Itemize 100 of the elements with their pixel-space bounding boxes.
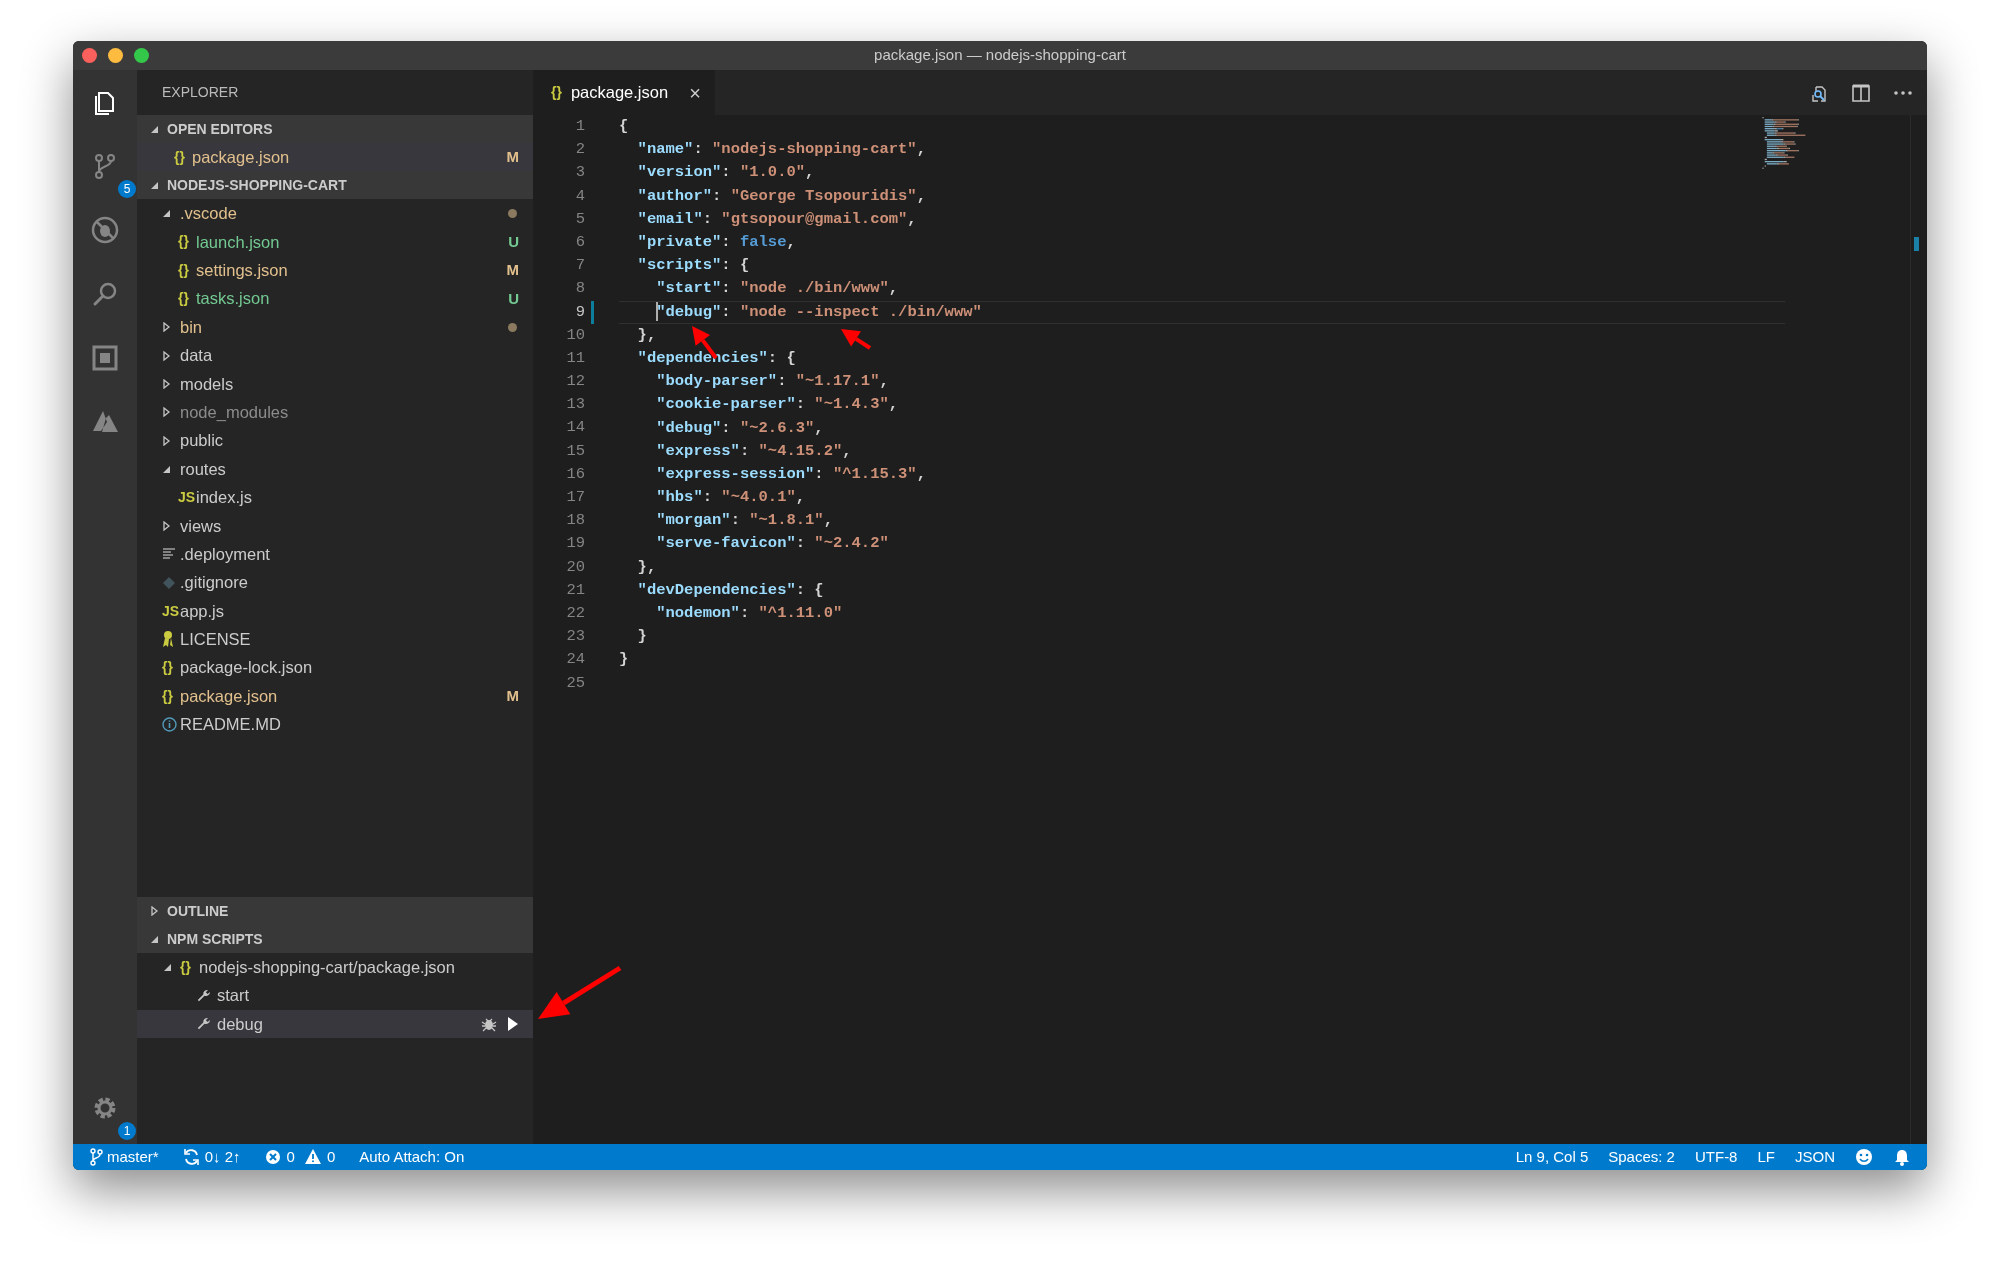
error-icon[interactable] xyxy=(264,1148,283,1166)
section-header[interactable]: OPEN EDITORS xyxy=(137,115,533,143)
notification-badge: 5 xyxy=(118,180,136,198)
folder-name[interactable]: node_modules xyxy=(180,399,289,425)
collapsed-arrow-icon[interactable] xyxy=(150,906,159,916)
close-tab-button[interactable]: × xyxy=(689,82,701,103)
file-name[interactable]: settings.json xyxy=(196,258,288,283)
file-name[interactable]: .deployment xyxy=(180,541,270,567)
code-line: "email": "gtsopour@gmail.com", xyxy=(636,208,917,230)
collapsed-arrow-icon[interactable] xyxy=(162,322,171,333)
line-number: 7 xyxy=(574,255,585,277)
window-title: package.json — nodejs-shopping-cart xyxy=(874,45,1126,66)
collapsed-arrow-icon[interactable] xyxy=(162,407,171,418)
git-status-letter: U xyxy=(508,231,519,252)
collapsed-arrow-icon[interactable] xyxy=(162,378,171,389)
code-line: "debug": "node --inspect ./bin/www" xyxy=(655,301,982,323)
status-item[interactable]: 0 xyxy=(286,1145,295,1169)
collapsed-arrow-icon[interactable] xyxy=(162,520,171,531)
file-type-icon: JS xyxy=(162,600,180,622)
file-name[interactable]: start xyxy=(217,983,250,1008)
folder-name[interactable]: .vscode xyxy=(180,201,237,226)
file-name[interactable]: nodejs-shopping-cart/package.json xyxy=(199,954,455,980)
line-number: 17 xyxy=(565,487,585,508)
expanded-arrow-icon[interactable] xyxy=(150,124,159,134)
status-item[interactable]: UTF-8 xyxy=(1694,1145,1738,1169)
status-item[interactable]: 0 xyxy=(326,1145,336,1169)
file-type-icon: {} xyxy=(162,685,173,707)
branch-icon[interactable] xyxy=(89,1148,103,1166)
smiley-icon[interactable] xyxy=(1855,1148,1873,1166)
folder-name[interactable]: routes xyxy=(180,456,226,482)
panel-title: EXPLORER xyxy=(162,83,239,102)
code-line: { xyxy=(619,116,629,138)
line-number: 12 xyxy=(565,371,585,393)
code-line: "hbs": "~4.0.1", xyxy=(655,487,806,509)
folder-name[interactable]: data xyxy=(180,343,213,368)
git-status-letter: M xyxy=(506,685,519,706)
file-name[interactable]: package.json xyxy=(180,683,278,709)
file-name[interactable]: README.MD xyxy=(180,712,281,737)
status-item[interactable]: Spaces: 2 xyxy=(1608,1145,1675,1169)
file-name[interactable]: package.json xyxy=(192,144,290,170)
code-line: "cookie-parser": "~1.4.3", xyxy=(655,394,899,416)
code-line: "private": false, xyxy=(636,232,796,254)
folder-name[interactable]: models xyxy=(180,371,234,397)
status-item[interactable]: Auto Attach: On xyxy=(359,1145,465,1169)
warning-icon[interactable] xyxy=(304,1148,323,1166)
line-number: 10 xyxy=(565,324,585,346)
expanded-arrow-icon[interactable] xyxy=(162,209,171,219)
file-type-icon: {} xyxy=(180,956,191,978)
zoom-window-button[interactable] xyxy=(134,48,149,63)
file-name[interactable]: launch.json xyxy=(196,229,280,255)
split-editor-icon[interactable] xyxy=(1851,82,1871,103)
line-number: 20 xyxy=(565,556,585,578)
collapsed-arrow-icon[interactable] xyxy=(162,350,171,361)
section-header[interactable]: OUTLINE xyxy=(137,897,533,925)
section-header[interactable]: NODEJS-SHOPPING-CART xyxy=(137,171,533,200)
code-line: }, xyxy=(636,556,657,578)
sync-icon[interactable] xyxy=(182,1148,201,1166)
selected-row[interactable]: debug xyxy=(137,1009,533,1039)
code-line: "nodemon": "^1.11.0" xyxy=(655,603,843,625)
status-item[interactable]: master* xyxy=(107,1145,159,1169)
line-number: 4 xyxy=(574,185,585,207)
status-item[interactable]: Ln 9, Col 5 xyxy=(1515,1145,1589,1169)
expanded-arrow-icon[interactable] xyxy=(150,180,159,190)
editor-tab[interactable]: {} package.json × xyxy=(533,70,715,115)
selected-row[interactable]: {} package.json M xyxy=(137,143,533,172)
file-name[interactable]: app.js xyxy=(180,598,225,624)
close-window-button[interactable] xyxy=(82,48,97,63)
play-icon[interactable] xyxy=(507,1015,519,1032)
file-name[interactable]: LICENSE xyxy=(180,627,251,652)
line-number: 2 xyxy=(574,139,585,161)
line-number: 24 xyxy=(565,649,585,671)
collapsed-arrow-icon[interactable] xyxy=(162,435,171,446)
line-number: 14 xyxy=(565,417,585,439)
status-item[interactable]: 0↓ 2↑ xyxy=(204,1145,241,1169)
status-item[interactable]: JSON xyxy=(1795,1145,1835,1169)
section-header[interactable]: NPM SCRIPTS xyxy=(137,925,533,953)
extensions-icon[interactable] xyxy=(90,343,120,373)
folder-name[interactable]: bin xyxy=(180,314,203,340)
folder-name[interactable]: views xyxy=(180,513,222,539)
bug-slash-icon[interactable] xyxy=(90,215,120,245)
list-row[interactable]: start xyxy=(137,981,533,1010)
ribbon-icon xyxy=(162,630,174,649)
folder-name[interactable]: public xyxy=(180,428,224,454)
file-name[interactable]: package-lock.json xyxy=(180,655,313,681)
bell-icon[interactable] xyxy=(1893,1148,1911,1166)
file-name[interactable]: .gitignore xyxy=(180,570,248,596)
file-name[interactable]: debug xyxy=(217,1011,263,1037)
line-number: 16 xyxy=(565,463,585,485)
status-item[interactable]: LF xyxy=(1757,1145,1775,1169)
file-name[interactable]: index.js xyxy=(196,485,252,510)
code-line: } xyxy=(636,626,647,648)
expanded-arrow-icon[interactable] xyxy=(150,934,159,944)
code-line: "body-parser": "~1.17.1", xyxy=(655,371,889,393)
minimize-window-button[interactable] xyxy=(108,48,123,63)
code-line: "express-session": "^1.15.3", xyxy=(655,463,926,485)
file-name[interactable]: tasks.json xyxy=(196,286,270,312)
code-line: "morgan": "~1.8.1", xyxy=(655,510,833,532)
expanded-arrow-icon[interactable] xyxy=(162,464,171,474)
expanded-arrow-icon[interactable] xyxy=(163,962,172,972)
line-number: 18 xyxy=(565,510,585,532)
